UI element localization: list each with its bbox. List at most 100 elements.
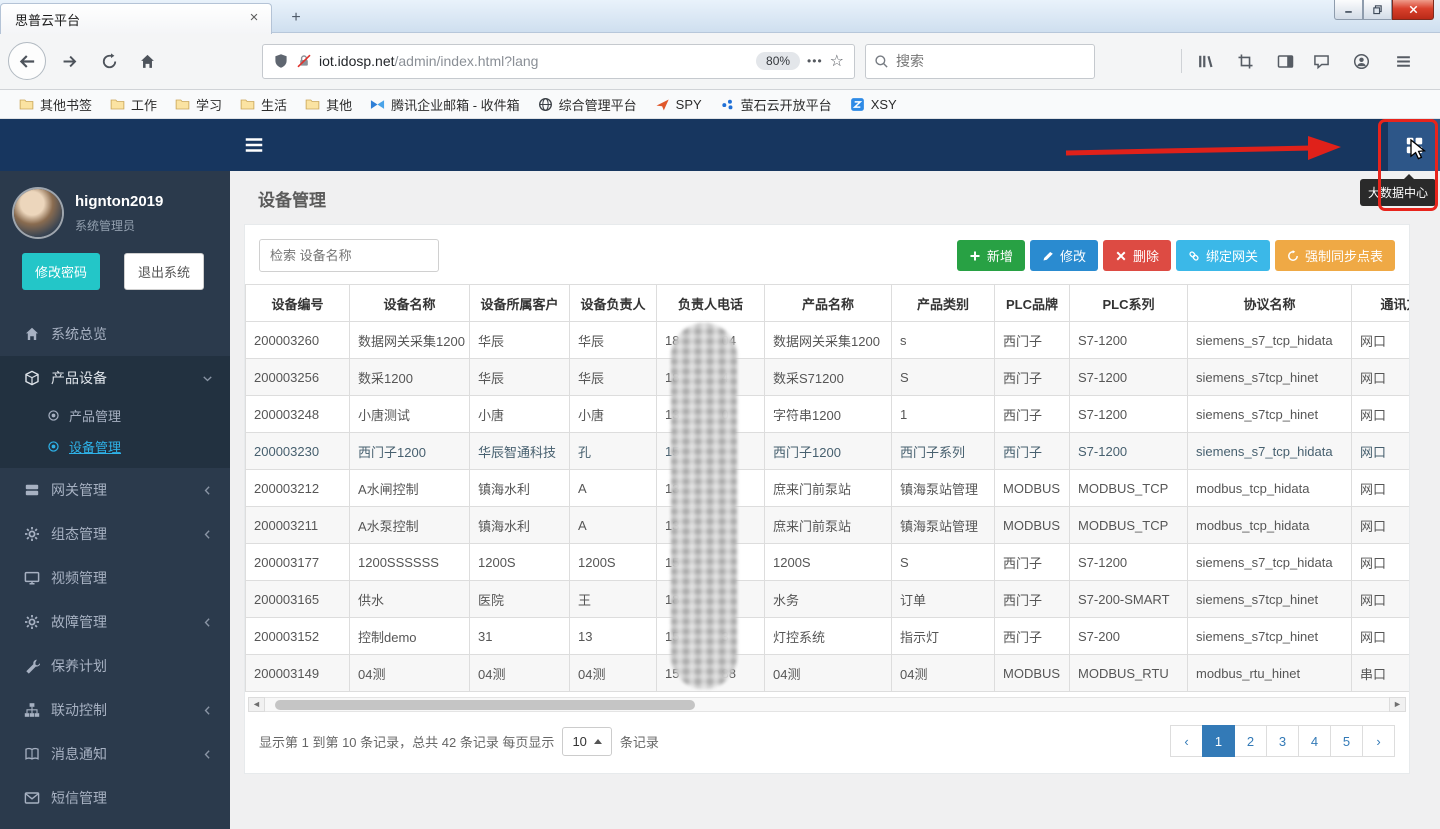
pager-page-1[interactable]: 1: [1202, 725, 1235, 757]
change-password-button[interactable]: 修改密码: [22, 253, 100, 290]
device-row[interactable]: 200003152控制demo3113153灯控系统指示灯西门子S7-200si…: [246, 618, 1410, 655]
table-cell: 200003256: [246, 359, 350, 396]
zoom-badge[interactable]: 80%: [756, 52, 800, 70]
sidebar-item-label: 联动控制: [51, 700, 107, 720]
bookmark-item[interactable]: 其他: [296, 92, 361, 117]
restore-icon: [1371, 3, 1384, 16]
table-cell: modbus_tcp_hidata: [1188, 507, 1352, 544]
insecure-lock-icon[interactable]: [296, 53, 312, 69]
pager-page-5[interactable]: 5: [1330, 725, 1363, 757]
window-restore-button[interactable]: [1363, 0, 1392, 20]
table-cell: siemens_s7_tcp_hidata: [1188, 322, 1352, 359]
device-row[interactable]: 20000314904测04测04测158804测04测MODBUSMODBUS…: [246, 655, 1410, 692]
browser-search-input[interactable]: [896, 53, 1086, 69]
button-label: 修改: [1060, 246, 1086, 265]
device-row[interactable]: 200003256数采1200华辰华辰184数采S71200S西门子S7-120…: [246, 359, 1410, 396]
table-cell: MODBUS: [995, 470, 1070, 507]
toolbar-divider: [1181, 49, 1182, 73]
table-cell: S: [892, 359, 995, 396]
screenshot-button[interactable]: [1228, 44, 1262, 78]
sidebar-item-label: 组态管理: [51, 524, 107, 544]
sidebar-item-product-management[interactable]: 产品管理: [0, 400, 230, 431]
sidebar-item-system-overview[interactable]: 系统总览: [0, 312, 230, 356]
bookmark-item[interactable]: 其他书签: [10, 92, 101, 117]
reload-button[interactable]: [92, 44, 126, 78]
back-button[interactable]: [8, 42, 46, 80]
window-minimize-button[interactable]: [1334, 0, 1363, 20]
pager-page-2[interactable]: 2: [1234, 725, 1267, 757]
table-cell: siemens_s7_tcp_hidata: [1188, 544, 1352, 581]
bookmark-item[interactable]: 工作: [101, 92, 166, 117]
big-data-center-button[interactable]: [1388, 119, 1440, 171]
table-cell: 华辰: [470, 322, 570, 359]
add-button[interactable]: 新增: [957, 240, 1025, 271]
tracking-shield-icon[interactable]: [273, 53, 289, 69]
table-cell: 庶来门前泵站: [765, 470, 892, 507]
sidebar-item-linkage-control[interactable]: 联动控制: [0, 688, 230, 732]
bookmark-star-icon[interactable]: ☆: [830, 51, 844, 71]
tab-close-icon[interactable]: ×: [245, 10, 263, 28]
bind-gateway-button[interactable]: 绑定网关: [1176, 240, 1270, 271]
device-row[interactable]: 200003165供水医院王18水务订单西门子S7-200-SMARTsieme…: [246, 581, 1410, 618]
page-size-select[interactable]: 10: [562, 727, 611, 756]
force-sync-button[interactable]: 强制同步点表: [1275, 240, 1395, 271]
table-cell: 网口: [1352, 544, 1410, 581]
pager-page-4[interactable]: 4: [1298, 725, 1331, 757]
page-actions-icon[interactable]: •••: [807, 54, 823, 68]
sidebar-item-product-device[interactable]: 产品设备: [0, 356, 230, 400]
bookmark-item[interactable]: 学习: [166, 92, 231, 117]
sidebar-item-sms-management[interactable]: 短信管理: [0, 776, 230, 820]
bookmark-item[interactable]: 综合管理平台: [529, 92, 646, 117]
home-button[interactable]: [130, 44, 164, 78]
window-close-button[interactable]: [1392, 0, 1434, 20]
bookmark-label: 腾讯企业邮箱 - 收件箱: [391, 95, 520, 114]
browser-search[interactable]: [865, 44, 1095, 79]
device-row[interactable]: 2000031771200SSSSSS1200S1200S151200SS西门子…: [246, 544, 1410, 581]
table-cell: 04测: [892, 655, 995, 692]
device-row[interactable]: 200003212A水闸控制镇海水利A13庶来门前泵站镇海泵站管理MODBUSM…: [246, 470, 1410, 507]
forward-button[interactable]: [52, 44, 86, 78]
pager-page-3[interactable]: 3: [1266, 725, 1299, 757]
table-cell: 04测: [570, 655, 657, 692]
device-row[interactable]: 200003211A水泵控制镇海水利A13庶来门前泵站镇海泵站管理MODBUSM…: [246, 507, 1410, 544]
device-row[interactable]: 200003230西门子1200华辰智通科技孔15西门子1200西门子系列西门子…: [246, 433, 1410, 470]
device-row[interactable]: 200003248小唐测试小唐小唐130字符串12001西门子S7-1200si…: [246, 396, 1410, 433]
sidebar-item-scada-management[interactable]: 组态管理: [0, 512, 230, 556]
logout-button[interactable]: 退出系统: [124, 253, 204, 290]
sidebar-collapse-button[interactable]: [243, 134, 265, 156]
device-search-input[interactable]: [259, 239, 439, 272]
forward-icon: [61, 53, 78, 70]
new-tab-button[interactable]: +: [282, 8, 310, 30]
bookmark-item[interactable]: SPY: [646, 94, 711, 115]
bookmark-item[interactable]: XSY: [841, 94, 906, 115]
sidebar-item-maintenance-plan[interactable]: 保养计划: [0, 644, 230, 688]
pager-prev-button[interactable]: ‹: [1170, 725, 1203, 757]
sidebar-item-video-management[interactable]: 视频管理: [0, 556, 230, 600]
sidebar-item-device-management[interactable]: 设备管理: [0, 431, 230, 462]
device-row[interactable]: 200003260数据网关采集1200华辰华辰1804数据网关采集1200s西门…: [246, 322, 1410, 359]
sidebar: hignton2019 系统管理员 修改密码 退出系统 系统总览产品设备产品管理…: [0, 171, 230, 829]
account-button[interactable]: [1344, 44, 1378, 78]
library-button[interactable]: [1188, 44, 1222, 78]
sidebar-toggle-button[interactable]: [1268, 44, 1302, 78]
bookmark-item[interactable]: 萤石云开放平台: [711, 92, 841, 117]
big-data-center-icon: [1405, 136, 1424, 155]
sidebar-item-message-notice[interactable]: 消息通知: [0, 732, 230, 776]
browser-menu-button[interactable]: [1386, 44, 1420, 78]
dot-icon: [47, 409, 60, 422]
pager-next-button[interactable]: ›: [1362, 725, 1395, 757]
scroll-left-arrow[interactable]: ◄: [248, 697, 265, 712]
bookmark-item[interactable]: 生活: [231, 92, 296, 117]
table-cell: 04测: [765, 655, 892, 692]
delete-button[interactable]: 删除: [1103, 240, 1171, 271]
scrollbar-thumb[interactable]: [275, 700, 695, 710]
url-bar[interactable]: iot.idosp.net/admin/index.html?lang 80% …: [262, 44, 855, 79]
scroll-right-arrow[interactable]: ►: [1389, 697, 1406, 712]
pocket-button[interactable]: [1304, 44, 1338, 78]
scrollbar-track[interactable]: [265, 697, 1389, 712]
sidebar-item-fault-management[interactable]: 故障管理: [0, 600, 230, 644]
browser-tab[interactable]: 思普云平台 ×: [0, 3, 272, 34]
bookmark-item[interactable]: 腾讯企业邮箱 - 收件箱: [361, 92, 529, 117]
sidebar-item-gateway-management[interactable]: 网关管理: [0, 468, 230, 512]
edit-button[interactable]: 修改: [1030, 240, 1098, 271]
